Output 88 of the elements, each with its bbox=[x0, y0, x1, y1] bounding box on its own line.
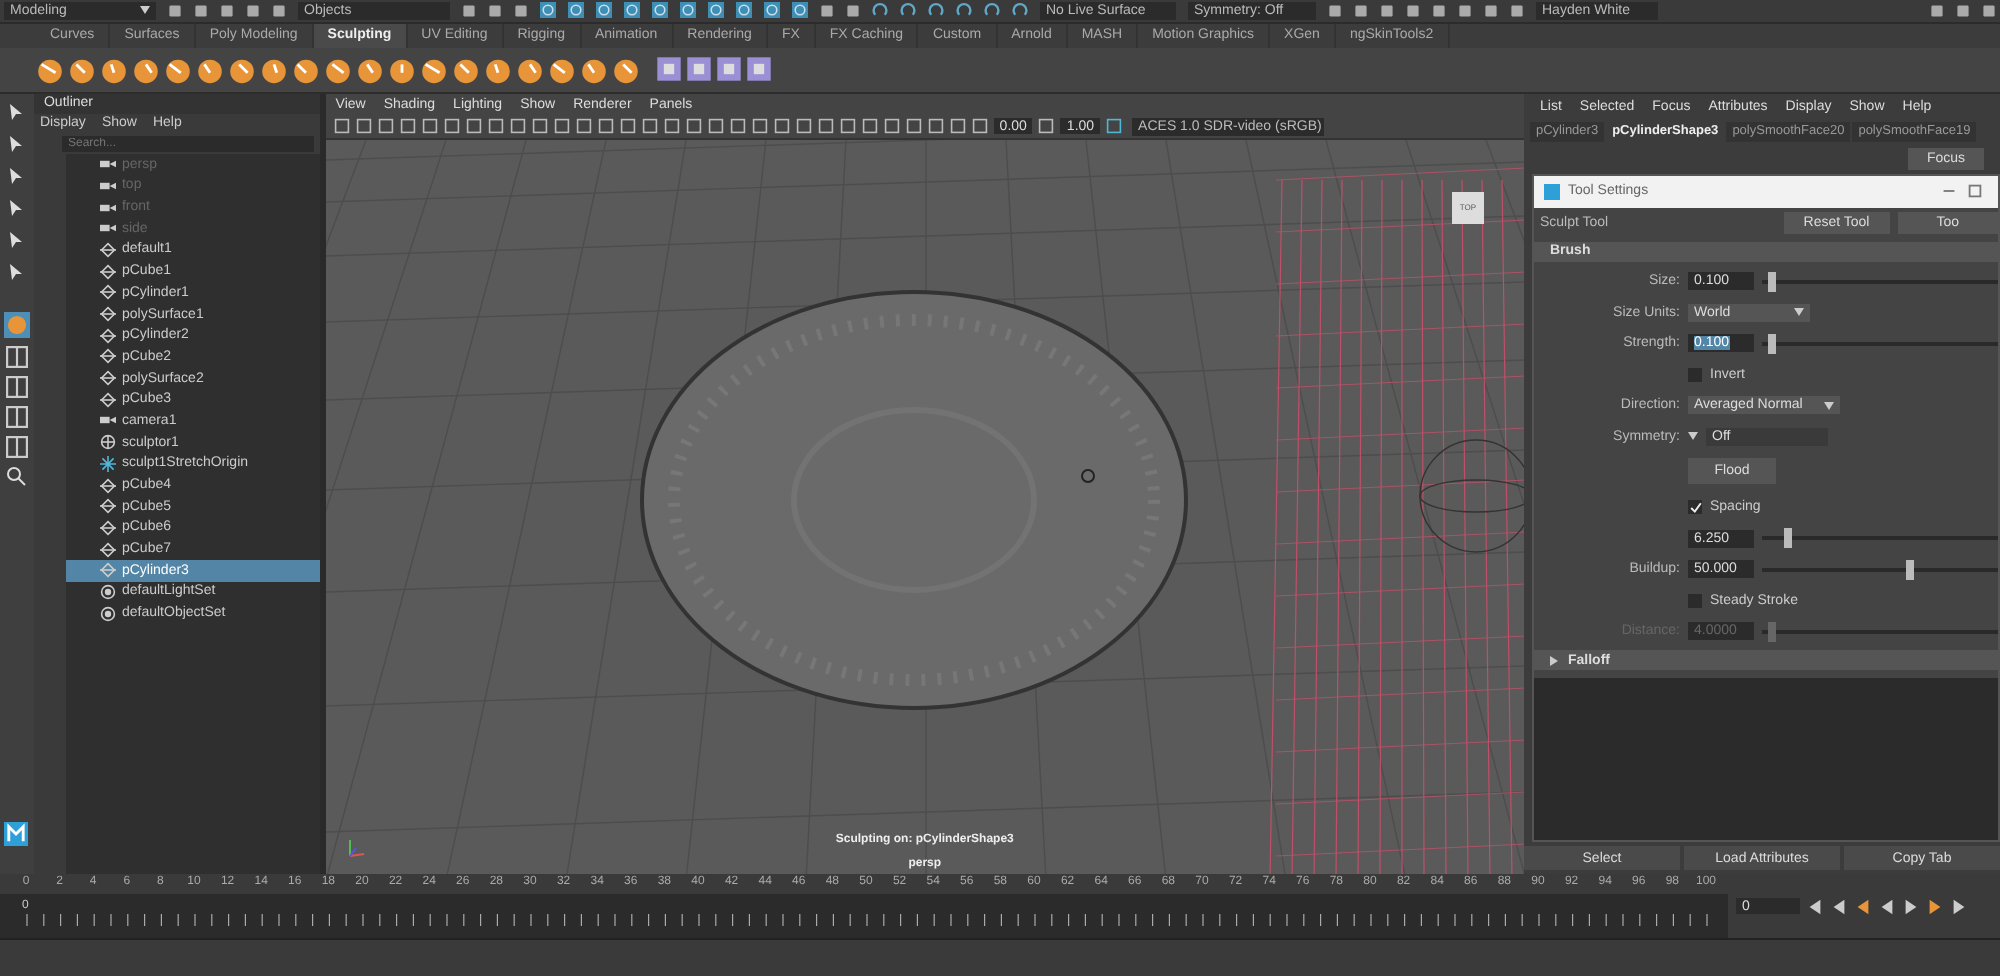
snap-icon[interactable] bbox=[764, 2, 780, 19]
layout-icon[interactable] bbox=[5, 375, 28, 398]
locator-icon bbox=[99, 455, 116, 472]
brush-cursor bbox=[1080, 468, 1095, 483]
sculpt-brush-icon[interactable] bbox=[164, 55, 192, 84]
layout-icon[interactable] bbox=[5, 435, 28, 458]
tool-panel-icon[interactable] bbox=[686, 56, 712, 83]
transform-icon bbox=[99, 519, 116, 536]
layout-icon[interactable] bbox=[5, 345, 28, 368]
range-slider-bar[interactable] bbox=[0, 938, 2000, 976]
snap-icon[interactable] bbox=[624, 2, 640, 19]
sculpt-brush-icon[interactable] bbox=[36, 55, 64, 84]
checkmark-icon bbox=[1689, 501, 1701, 514]
transform-icon bbox=[99, 263, 116, 280]
tool-panel-icon[interactable] bbox=[716, 56, 742, 83]
select-arrow-icon[interactable] bbox=[6, 99, 27, 124]
checkbox[interactable] bbox=[1688, 500, 1702, 515]
sculpt-brush-icon[interactable] bbox=[132, 55, 160, 84]
transform-icon bbox=[99, 498, 116, 515]
expand-arrow-icon bbox=[1550, 655, 1558, 666]
transform-icon bbox=[99, 241, 116, 258]
caret-icon[interactable] bbox=[1688, 432, 1698, 441]
maya-logo-icon bbox=[1544, 183, 1560, 200]
checkbox[interactable] bbox=[1688, 367, 1702, 382]
camera-icon bbox=[99, 412, 116, 429]
snap-icon[interactable] bbox=[596, 2, 612, 19]
slider-thumb[interactable] bbox=[1767, 271, 1776, 292]
viewport-tool-icon[interactable] bbox=[1038, 118, 1055, 135]
transform-icon bbox=[99, 541, 116, 558]
sculpt-brush-icon[interactable] bbox=[260, 55, 288, 84]
step-back-frame-icon[interactable] bbox=[1854, 897, 1872, 916]
maximize-icon[interactable] bbox=[1966, 182, 1984, 201]
sculpt-brush-icon[interactable] bbox=[324, 55, 352, 84]
transform-icon bbox=[99, 306, 116, 323]
snap-icon[interactable] bbox=[540, 2, 556, 19]
tool-panel-icon[interactable] bbox=[746, 56, 772, 83]
sculpt-brush-icon[interactable] bbox=[548, 55, 576, 84]
snap-icon[interactable] bbox=[708, 2, 724, 19]
step-forward-frame-icon[interactable] bbox=[1926, 897, 1944, 916]
snap-icon[interactable] bbox=[680, 2, 696, 19]
sculpt-brush-icon[interactable] bbox=[228, 55, 256, 84]
camera-icon bbox=[99, 220, 116, 237]
sculpt-brush-icon[interactable] bbox=[484, 55, 512, 84]
camera-icon bbox=[99, 199, 116, 216]
tool-panel-icon[interactable] bbox=[656, 56, 682, 83]
play-backward-icon[interactable] bbox=[1878, 897, 1896, 916]
snap-icon[interactable] bbox=[792, 2, 808, 19]
transform-icon bbox=[99, 348, 116, 365]
transform-icon bbox=[99, 284, 116, 301]
slider-thumb[interactable] bbox=[1767, 333, 1776, 354]
step-back-key-icon[interactable] bbox=[1830, 897, 1848, 916]
snap-icon[interactable] bbox=[652, 2, 668, 19]
sculpt-brush-icon[interactable] bbox=[292, 55, 320, 84]
viewport-tool-icon[interactable] bbox=[1106, 118, 1123, 135]
caret-icon bbox=[1824, 401, 1834, 410]
play-forward-icon[interactable] bbox=[1902, 897, 1920, 916]
slider-thumb[interactable] bbox=[1784, 528, 1793, 549]
sculpt-brush-icon[interactable] bbox=[100, 55, 128, 84]
checkbox[interactable] bbox=[1688, 593, 1702, 608]
axis-gizmo-icon bbox=[348, 838, 365, 857]
sculpt-brush-icon[interactable] bbox=[580, 55, 608, 84]
sculpt-brush-icon[interactable] bbox=[612, 55, 640, 84]
sculpt-tool-icon[interactable] bbox=[3, 311, 30, 338]
transform-icon bbox=[99, 370, 116, 387]
transform-icon bbox=[99, 327, 116, 344]
go-to-start-icon[interactable] bbox=[1806, 897, 1824, 916]
transform-icon bbox=[99, 391, 116, 408]
transform-icon bbox=[99, 562, 116, 579]
step-forward-key-icon[interactable] bbox=[1950, 897, 1968, 916]
sculpt-brush-icon[interactable] bbox=[516, 55, 544, 84]
search-icon[interactable] bbox=[6, 465, 27, 486]
sculpt-brush-icon[interactable] bbox=[356, 55, 384, 84]
transform-icon bbox=[99, 477, 116, 494]
sculpt-brush-icon[interactable] bbox=[388, 55, 416, 84]
sculpt-brush-icon[interactable] bbox=[452, 55, 480, 84]
snap-icon[interactable] bbox=[736, 2, 752, 19]
caret-icon bbox=[1794, 308, 1804, 317]
slider-thumb[interactable] bbox=[1905, 559, 1914, 580]
sculpt-brush-icon[interactable] bbox=[196, 55, 224, 84]
snap-icon[interactable] bbox=[568, 2, 584, 19]
caret-icon bbox=[140, 6, 150, 15]
camera-icon bbox=[99, 156, 116, 173]
maya-logo-icon bbox=[4, 822, 29, 847]
sphere-grid-icon bbox=[99, 434, 116, 451]
sculpt-brush-icon[interactable] bbox=[68, 55, 96, 84]
layout-icon[interactable] bbox=[5, 405, 28, 428]
sculpt-brush-icon[interactable] bbox=[420, 55, 448, 84]
camera-icon bbox=[99, 177, 116, 194]
